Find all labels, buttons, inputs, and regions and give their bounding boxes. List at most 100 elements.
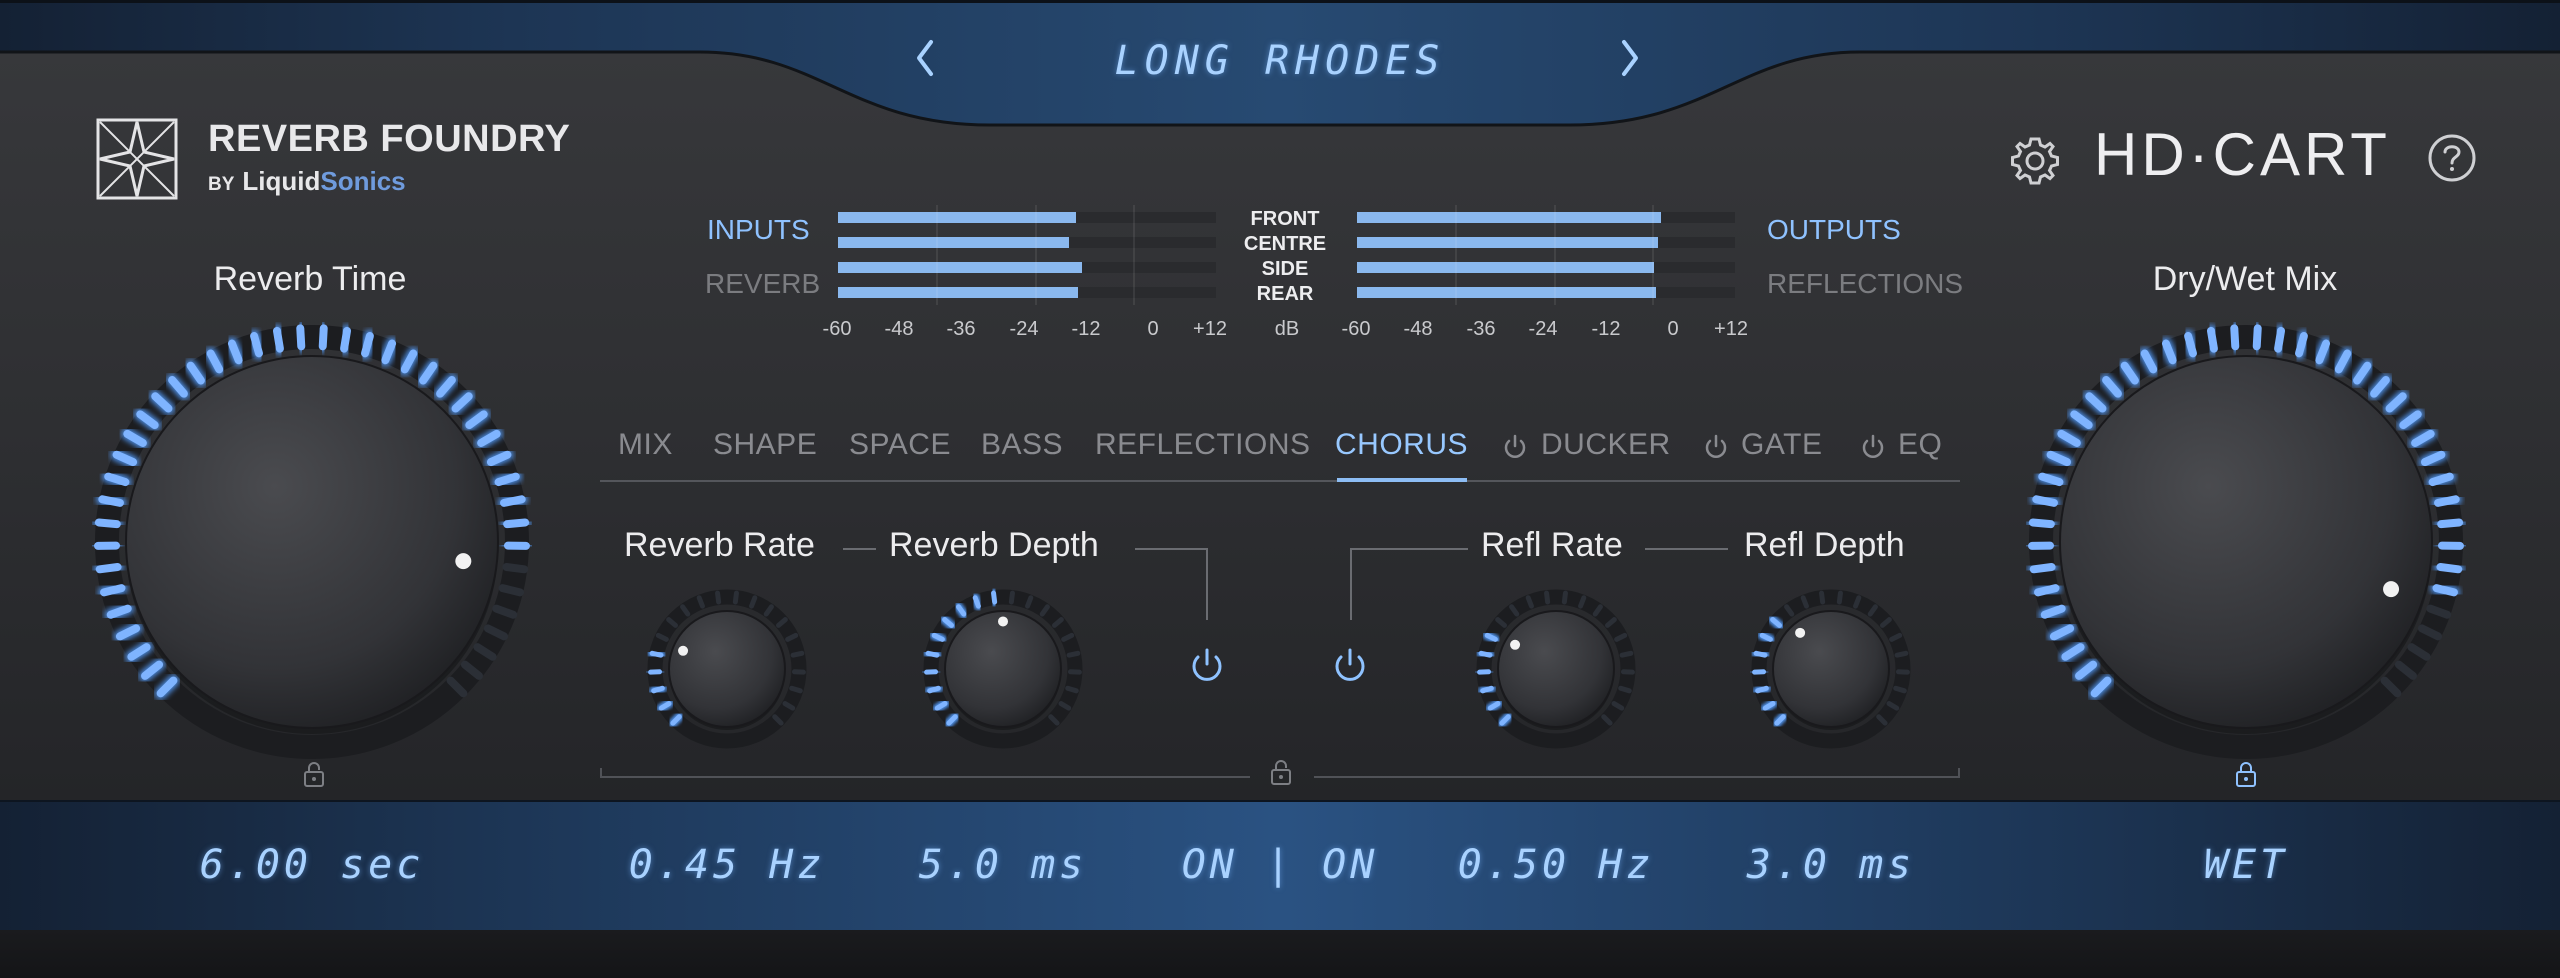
refl-rate-readout[interactable]: 0.50 Hz bbox=[1406, 842, 1706, 888]
knob-led-segment bbox=[1759, 632, 1773, 642]
output-scale-5: 0 bbox=[1667, 318, 1679, 340]
reverb-depth-readout[interactable]: 5.0 ms bbox=[853, 842, 1153, 888]
meter-gridline bbox=[936, 205, 939, 305]
preset-name[interactable]: LONG RHODES bbox=[980, 38, 1580, 84]
output-scale-2: -36 bbox=[1466, 318, 1496, 340]
dry-wet-knob[interactable] bbox=[2026, 322, 2466, 762]
reverb-depth-knob[interactable] bbox=[918, 584, 1088, 754]
lock-open-icon bbox=[1271, 760, 1291, 785]
meter-gridline bbox=[1455, 205, 1458, 305]
settings-button[interactable] bbox=[2008, 134, 2062, 192]
meter-fill bbox=[1357, 237, 1658, 248]
knob-pointer bbox=[678, 645, 689, 656]
input-scale-6: +12 bbox=[1193, 318, 1227, 340]
tab-shape[interactable]: SHAPE bbox=[713, 428, 817, 462]
knob-led-segment bbox=[498, 584, 524, 597]
reverb-time-knob[interactable] bbox=[92, 322, 532, 762]
reverb-chorus-power-toggle[interactable] bbox=[1188, 646, 1226, 690]
knob-pointer bbox=[455, 553, 472, 570]
tab-gate[interactable]: GATE bbox=[1741, 428, 1822, 462]
group-line bbox=[600, 776, 1250, 778]
knob-led-segment bbox=[785, 632, 799, 642]
brand-liquid: Liquid bbox=[242, 166, 321, 196]
connector-line bbox=[1645, 548, 1728, 550]
knob-led-segment bbox=[2034, 584, 2060, 597]
dry-wet-readout[interactable]: WET bbox=[2096, 842, 2396, 888]
refl-rate-knob[interactable] bbox=[1471, 584, 1641, 754]
knob-led-segment bbox=[2028, 518, 2055, 529]
meter-gridline bbox=[1553, 205, 1556, 305]
refl-rate-label: Refl Rate bbox=[1481, 526, 1623, 564]
meter-bar bbox=[838, 212, 1216, 223]
input-scale-2: -36 bbox=[946, 318, 976, 340]
knob-led-segment bbox=[1836, 590, 1843, 605]
knob-led-segment bbox=[1894, 650, 1909, 658]
knob-led-segment bbox=[2230, 324, 2240, 351]
reverb-rate-readout[interactable]: 0.45 Hz bbox=[577, 842, 877, 888]
help-button[interactable] bbox=[2426, 132, 2478, 188]
knob-led-segment bbox=[927, 685, 941, 694]
meter-fill bbox=[838, 212, 1077, 223]
knob-led-segment bbox=[272, 326, 284, 353]
power-icon bbox=[1705, 434, 1727, 458]
meter-gridline bbox=[1034, 205, 1037, 305]
tab-space[interactable]: SPACE bbox=[849, 428, 951, 462]
chorus-state-readout[interactable]: ON | ON bbox=[1130, 842, 1430, 888]
tab-mix[interactable]: MIX bbox=[618, 428, 673, 462]
meter-bar bbox=[838, 237, 1216, 248]
refl-depth-label: Refl Depth bbox=[1744, 526, 1905, 564]
refl-depth-knob[interactable] bbox=[1746, 584, 1916, 754]
knob-led-segment bbox=[1025, 595, 1034, 609]
output-scale-4: -12 bbox=[1591, 318, 1621, 340]
knob-led-segment bbox=[1800, 595, 1809, 609]
knob-led-segment bbox=[361, 331, 374, 358]
knob-led-segment bbox=[250, 331, 263, 358]
eq-power-toggle[interactable] bbox=[1860, 433, 1886, 465]
knob-body bbox=[125, 355, 499, 729]
knob-led-segment bbox=[340, 326, 352, 353]
power-icon bbox=[1862, 434, 1884, 458]
gate-power-toggle[interactable] bbox=[1703, 433, 1729, 465]
channel-label-front: FRONT bbox=[1250, 208, 1320, 230]
knob-body bbox=[1497, 610, 1615, 728]
knob-pointer bbox=[2383, 581, 2400, 598]
group-line bbox=[1958, 768, 1960, 778]
knob-led-segment bbox=[1614, 632, 1628, 642]
knob-led-segment bbox=[1561, 590, 1568, 605]
next-preset-button[interactable] bbox=[1600, 28, 1660, 88]
dry-wet-label: Dry/Wet Mix bbox=[2152, 260, 2338, 298]
knob-led-segment bbox=[749, 595, 758, 609]
input-scale-4: -12 bbox=[1071, 318, 1101, 340]
knob-led-segment bbox=[296, 324, 306, 351]
reverb-rate-knob[interactable] bbox=[642, 584, 812, 754]
previous-preset-button[interactable] bbox=[895, 28, 955, 88]
knob-led-segment bbox=[2295, 331, 2308, 358]
dry-wet-lock-button[interactable] bbox=[2234, 760, 2258, 792]
chevron-right-icon bbox=[1622, 40, 1638, 76]
tab-reflections[interactable]: REFLECTIONS bbox=[1095, 428, 1311, 462]
group-line bbox=[600, 768, 602, 778]
center-lock-button[interactable] bbox=[1269, 758, 1293, 790]
knob-pointer bbox=[1510, 639, 1521, 650]
reverb-time-readout[interactable]: 6.00 sec bbox=[162, 842, 462, 888]
plugin-window: LONG RHODES REVERB FOUNDRY BY LiquidSonic… bbox=[0, 0, 2560, 978]
knob-led-segment bbox=[2184, 331, 2197, 358]
reverb-time-lock-button[interactable] bbox=[302, 760, 326, 792]
channel-label-rear: REAR bbox=[1256, 283, 1314, 305]
knob-led-segment bbox=[991, 590, 998, 605]
tab-chorus[interactable]: CHORUS bbox=[1335, 428, 1468, 462]
knob-led-segment bbox=[100, 584, 126, 597]
meter-bar bbox=[1357, 237, 1735, 248]
refl-depth-readout[interactable]: 3.0 ms bbox=[1681, 842, 1981, 888]
tab-ducker[interactable]: DUCKER bbox=[1541, 428, 1671, 462]
knob-body bbox=[1772, 610, 1890, 728]
knob-led-segment bbox=[2436, 562, 2463, 574]
tab-bass[interactable]: BASS bbox=[981, 428, 1063, 462]
knob-led-segment bbox=[2038, 472, 2064, 487]
reverb-foundry-logo-icon bbox=[96, 118, 178, 200]
reflections-chorus-power-toggle[interactable] bbox=[1331, 646, 1369, 690]
knob-led-segment bbox=[98, 495, 124, 507]
knob-led-segment bbox=[2029, 562, 2056, 574]
tab-eq[interactable]: EQ bbox=[1898, 428, 1942, 462]
ducker-power-toggle[interactable] bbox=[1502, 433, 1528, 465]
